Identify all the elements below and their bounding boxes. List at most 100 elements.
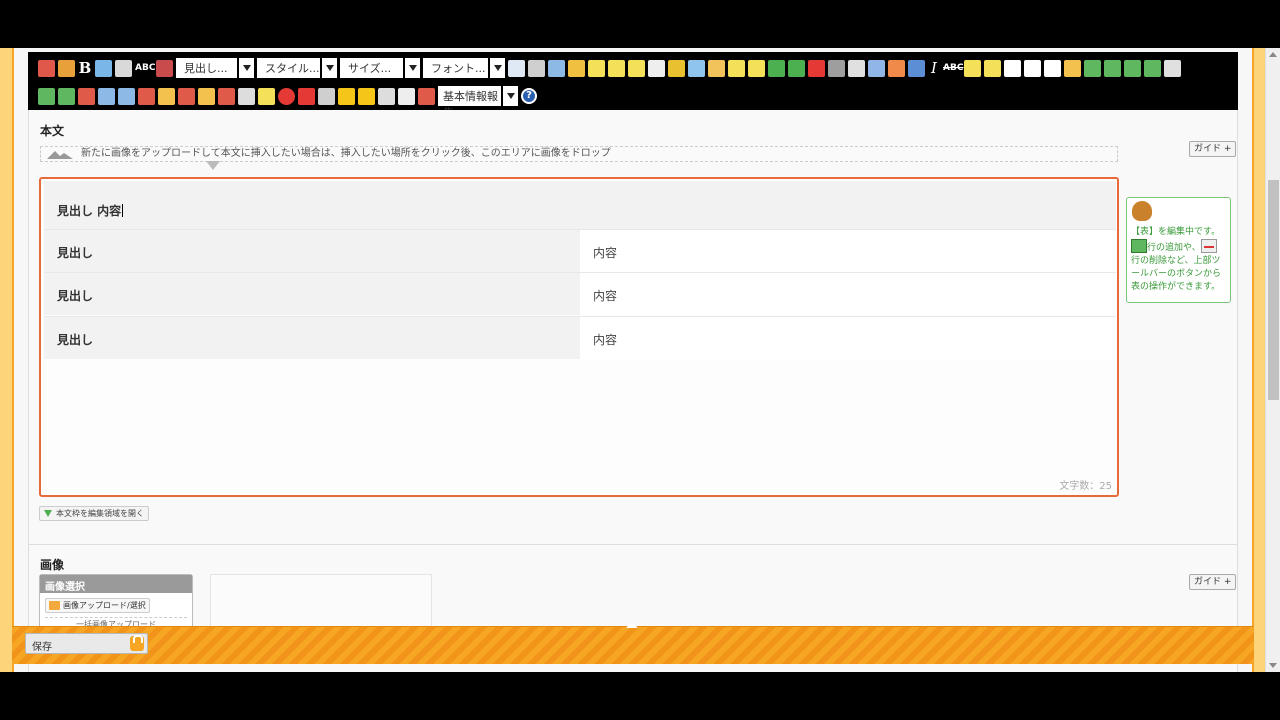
row-up-icon[interactable] <box>1124 59 1141 77</box>
cell-split-icon[interactable] <box>118 87 135 105</box>
align-right-icon[interactable] <box>1044 59 1061 77</box>
table-delete-icon[interactable] <box>238 87 255 105</box>
underline-icon[interactable] <box>964 59 981 77</box>
indent-icon[interactable] <box>748 59 765 77</box>
body-guide-button[interactable]: ガイド + <box>1189 141 1237 157</box>
unlink-icon[interactable] <box>788 59 805 77</box>
chevron-down-icon[interactable] <box>404 58 420 78</box>
folder-icon[interactable] <box>568 59 585 77</box>
format-list-icon[interactable] <box>258 87 275 105</box>
table-data-cell[interactable]: 内容 <box>580 230 1116 272</box>
check-list-icon[interactable] <box>628 59 645 77</box>
align-center-icon[interactable] <box>1024 59 1041 77</box>
cell-merge-icon[interactable] <box>98 87 115 105</box>
document-icon[interactable] <box>848 59 865 77</box>
table-props-icon[interactable] <box>218 87 235 105</box>
highlight-icon[interactable] <box>984 59 1001 77</box>
size-select[interactable]: サイズ... <box>340 58 420 78</box>
cell-split-h-icon[interactable] <box>178 87 195 105</box>
table-row[interactable]: 見出し 内容 <box>44 229 1116 272</box>
table-header-cell[interactable]: 見出し <box>44 273 580 315</box>
chevron-down-icon[interactable] <box>238 58 254 78</box>
image-guide-button[interactable]: ガイド + <box>1189 574 1237 590</box>
image-icon[interactable] <box>548 59 565 77</box>
col-left-icon[interactable] <box>38 87 55 105</box>
vertical-scrollbar[interactable] <box>1265 48 1280 672</box>
table-header-cell[interactable]: 見出し <box>44 317 580 359</box>
table-data-cell[interactable]: 内容 <box>580 317 1116 359</box>
row-below-icon[interactable] <box>1104 59 1121 77</box>
help-button[interactable]: ? <box>521 88 537 104</box>
spellcheck-button[interactable]: ABC <box>135 63 155 73</box>
undo-icon[interactable] <box>338 87 355 105</box>
template-icon[interactable] <box>418 87 435 105</box>
row-down-icon[interactable] <box>1144 59 1161 77</box>
scroll-down-icon[interactable] <box>1269 663 1277 668</box>
print-icon[interactable] <box>398 87 415 105</box>
link-icon[interactable] <box>768 59 785 77</box>
text-color-icon[interactable] <box>115 59 132 77</box>
quote-icon[interactable] <box>688 59 705 77</box>
heading-select[interactable]: 見出し... <box>176 58 254 78</box>
file-icon[interactable] <box>828 59 845 77</box>
map-pin-icon[interactable] <box>278 87 295 105</box>
source-icon[interactable] <box>38 59 55 77</box>
chevron-down-icon[interactable] <box>489 58 505 78</box>
size-select-value: サイズ... <box>340 58 404 78</box>
footprint-icon[interactable] <box>708 59 725 77</box>
scroll-up-icon[interactable] <box>1269 52 1277 57</box>
tip-line-3: 行の削除など、上部ツールバーのボタンから表の操作ができます。 <box>1131 256 1222 292</box>
italic-button[interactable]: I <box>928 59 940 77</box>
bg-color-icon[interactable] <box>156 59 173 77</box>
drop-arrow-icon <box>206 161 220 170</box>
body-editor[interactable]: 見出し 内容 見出し 内容 見出し 内容 見出し 内容 文字数：25 <box>39 177 1119 497</box>
preview-icon[interactable] <box>378 87 395 105</box>
table-row[interactable]: 見出し 内容 <box>44 272 1116 315</box>
row-delete-icon[interactable] <box>1164 59 1181 77</box>
save-bar: 保存 <box>12 622 1254 664</box>
box-icon[interactable] <box>668 59 685 77</box>
arrow-down-icon <box>44 510 52 517</box>
image-upload-icon <box>49 601 60 610</box>
new-page-icon[interactable] <box>508 59 525 77</box>
table-data-cell[interactable]: 内容 <box>580 273 1116 315</box>
col-right-icon[interactable] <box>58 87 75 105</box>
cell-header-icon[interactable] <box>158 87 175 105</box>
cell-split-v-icon[interactable] <box>198 87 215 105</box>
outdent-icon[interactable] <box>728 59 745 77</box>
style-select[interactable]: スタイル... <box>257 58 337 78</box>
align-left-icon[interactable] <box>1004 59 1021 77</box>
row-above-icon[interactable] <box>1084 59 1101 77</box>
youtube-icon[interactable] <box>298 87 315 105</box>
bullet-list-icon[interactable] <box>588 59 605 77</box>
bold-button[interactable]: B <box>78 59 92 77</box>
expand-editor-button[interactable]: 本文枠を編集領域を開く <box>39 506 149 521</box>
cell-delete-icon[interactable] <box>138 87 155 105</box>
redo-icon[interactable] <box>358 87 375 105</box>
scrollbar-thumb[interactable] <box>1268 180 1279 400</box>
pdf-icon[interactable] <box>888 59 905 77</box>
table-header-cell[interactable]: 見出し <box>44 230 580 272</box>
table-caption[interactable]: 見出し 内容 <box>44 181 1116 229</box>
table-row[interactable]: 見出し 内容 <box>44 316 1116 359</box>
embed-icon[interactable] <box>318 87 335 105</box>
copy-icon[interactable] <box>528 59 545 77</box>
hr-icon[interactable] <box>648 59 665 77</box>
strikethrough-button[interactable]: ABC <box>943 63 963 73</box>
image-upload-button[interactable]: 画像アップロード/選択 <box>45 598 150 613</box>
paste-icon[interactable] <box>58 59 75 77</box>
squirrel-mascot-icon <box>1132 201 1152 221</box>
numbered-list-icon[interactable] <box>608 59 625 77</box>
table-insert-icon[interactable] <box>1064 59 1081 77</box>
eraser-icon[interactable] <box>95 59 112 77</box>
save-button[interactable]: 保存 <box>25 633 148 654</box>
chevron-down-icon[interactable] <box>502 86 518 106</box>
font-select[interactable]: フォント... <box>423 58 505 78</box>
chevron-down-icon[interactable] <box>321 58 337 78</box>
template-select[interactable]: 基本情報報告 <box>438 86 518 119</box>
widget-icon[interactable] <box>908 59 925 77</box>
anchor-arrow-icon[interactable] <box>808 59 825 77</box>
gallery-icon[interactable] <box>868 59 885 77</box>
image-drop-area[interactable]: 新たに画像をアップロードして本文に挿入したい場合は、挿入したい場所をクリック後、… <box>40 146 1118 162</box>
col-delete-icon[interactable] <box>78 87 95 105</box>
